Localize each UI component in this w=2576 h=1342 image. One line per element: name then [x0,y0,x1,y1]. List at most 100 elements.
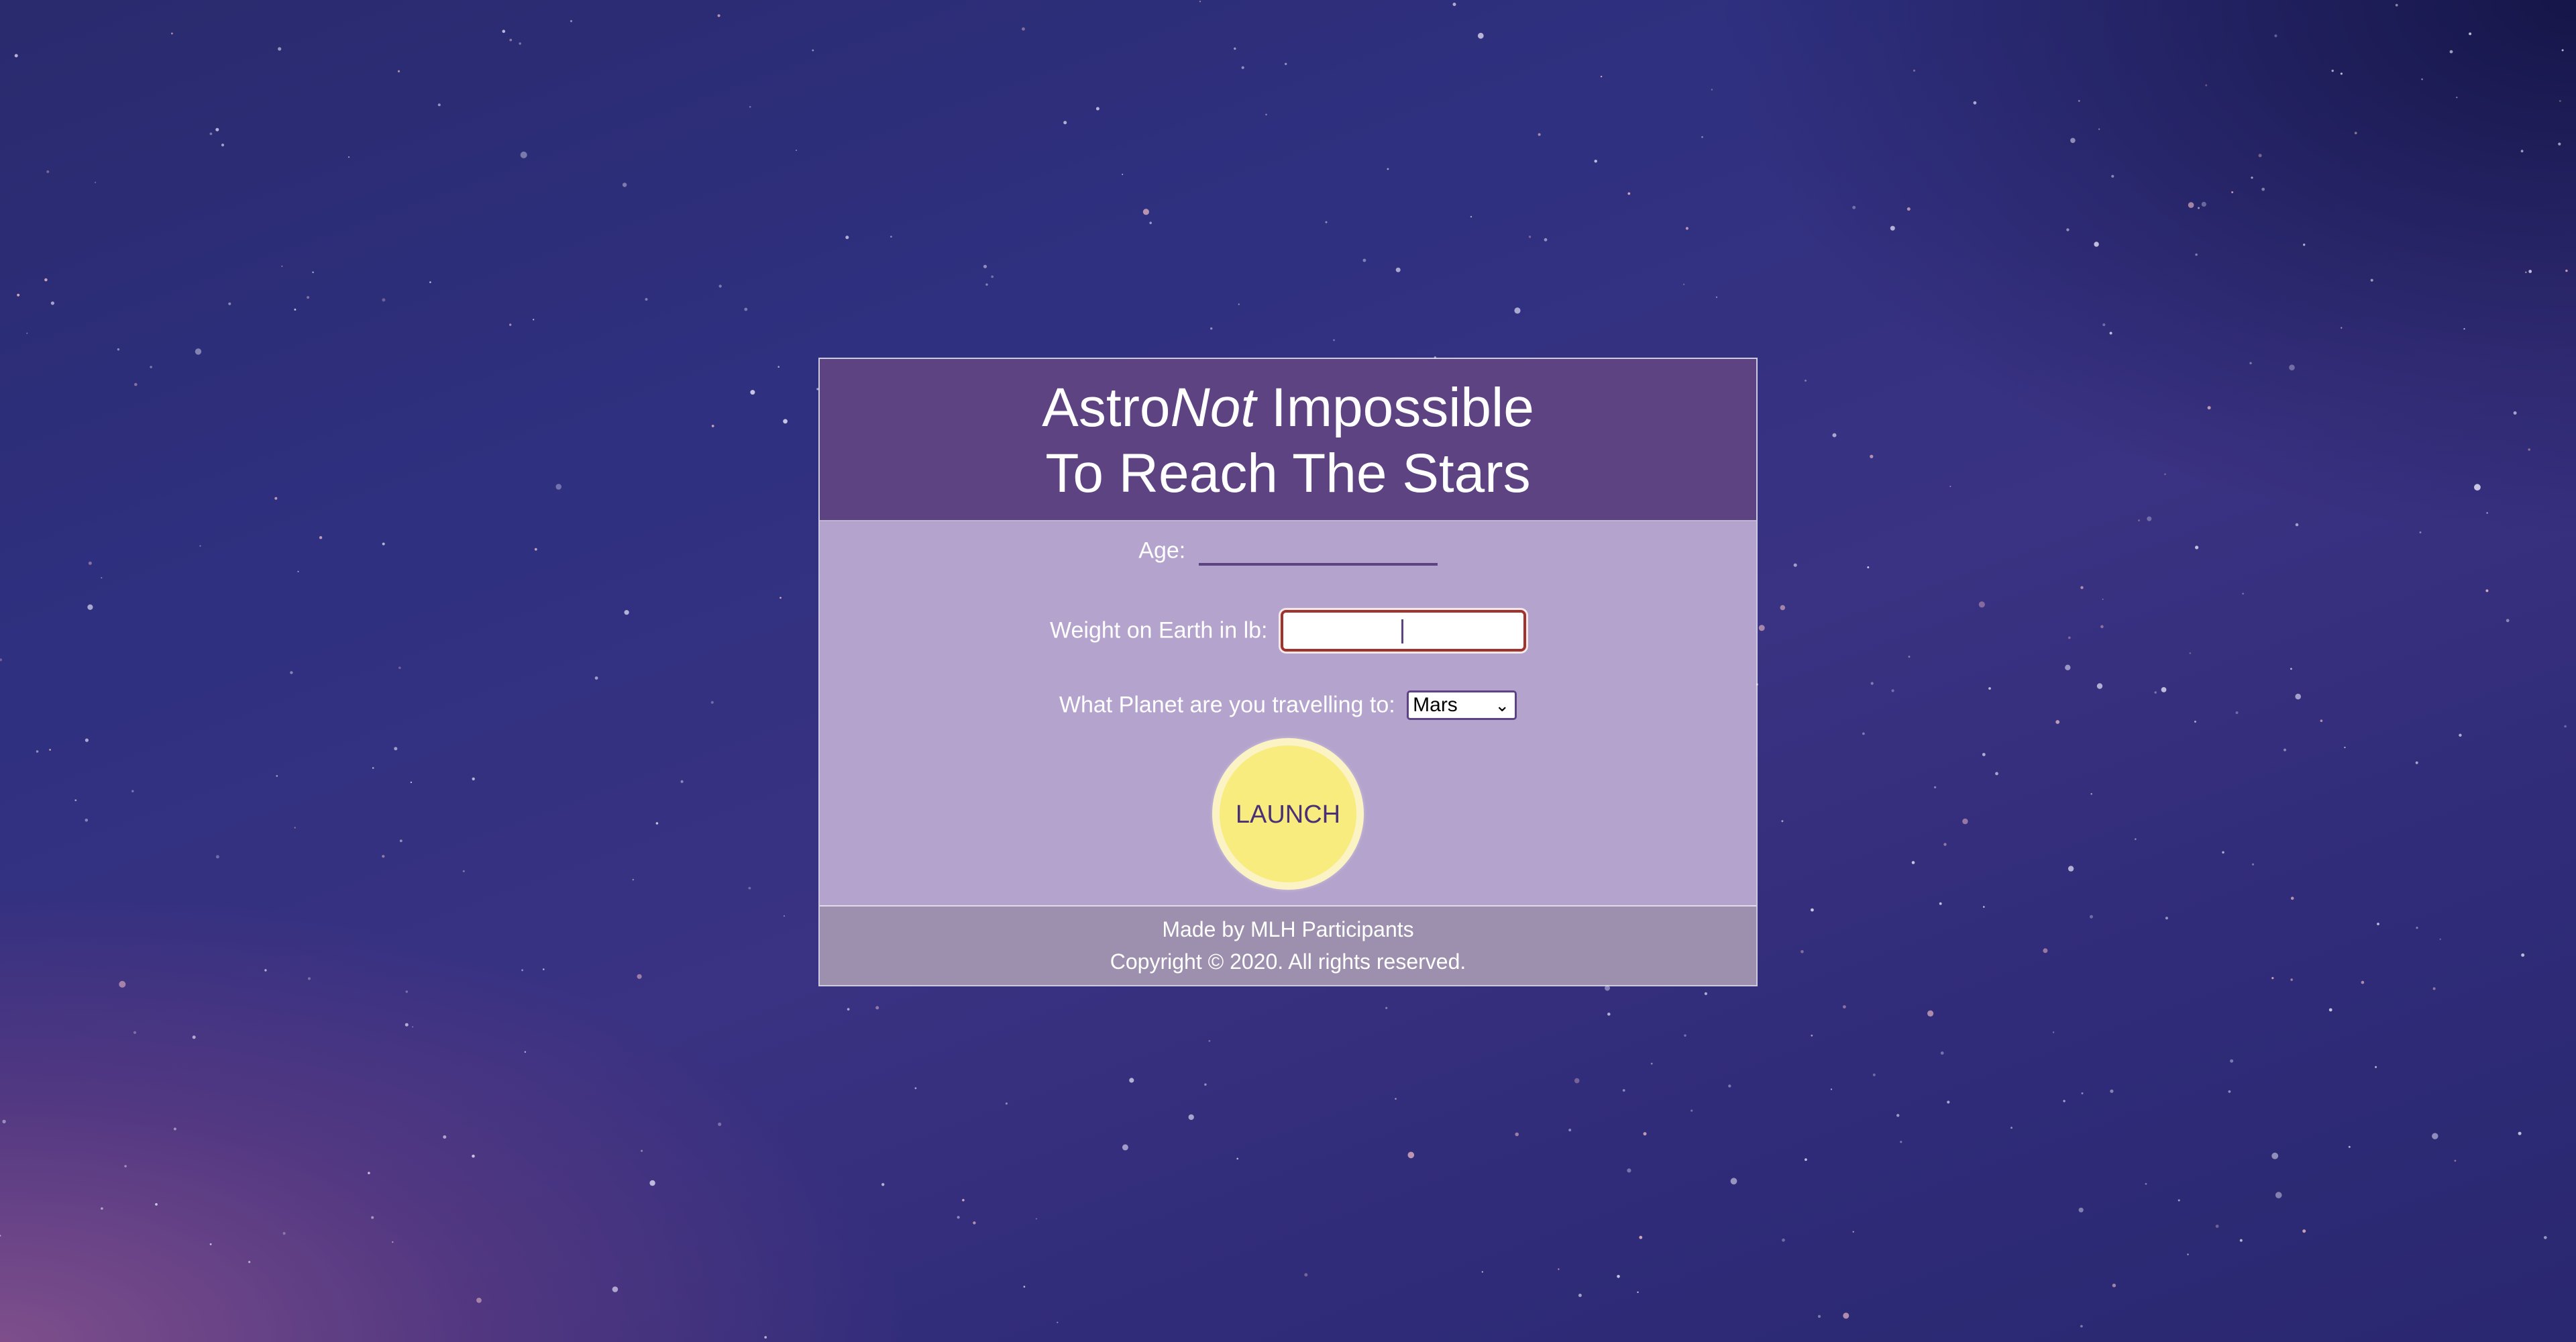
weight-row: Weight on Earth in lb: [820,610,1756,652]
star [2100,625,2104,629]
star [1728,1084,1731,1088]
star [985,283,988,286]
star [1265,113,1267,115]
star [2154,691,2157,694]
star [1544,238,1548,242]
star [1805,379,1807,382]
star [134,382,138,386]
star [1149,221,1152,225]
star [1701,136,1703,138]
star [462,870,465,872]
star [2271,977,2274,980]
star [1627,1168,1631,1173]
star [1538,133,1541,136]
star [2290,978,2293,981]
star [274,497,278,500]
star [1811,908,1814,912]
star [890,236,892,238]
star [150,366,152,368]
star [1943,843,1947,846]
star [1622,1089,1625,1092]
planet-label: What Planet are you travelling to: [1059,692,1395,718]
star [1208,1040,1211,1042]
star [117,348,120,351]
star [2063,1100,2065,1102]
star [624,610,629,615]
star [312,271,314,274]
star [2513,411,2517,415]
star [1793,563,1797,567]
star [2295,693,2301,700]
star [2432,987,2436,990]
page-subtitle: To Reach The Stars [1045,443,1531,504]
star [783,915,786,917]
planet-select[interactable]: Mars ⌄ [1407,690,1517,720]
star [1387,168,1389,170]
star [1801,950,1804,953]
star [215,127,219,132]
star [2068,866,2074,872]
launch-button[interactable]: LAUNCH [1220,745,1356,882]
star [1607,1013,1611,1016]
star [1852,1231,1854,1233]
star [195,348,202,355]
star [2198,207,2200,209]
star [382,855,385,858]
card-footer: Made by MLH Participants Copyright © 202… [820,907,1756,985]
star [555,484,561,490]
star [101,1207,103,1210]
star [2164,473,2166,475]
star [2102,323,2106,327]
star [1947,1100,1950,1104]
star [2521,953,2525,957]
star [637,974,642,979]
star [2080,1325,2083,1328]
star [1005,1102,1008,1105]
star [2558,142,2561,146]
calculator-card: AstroNot Impossible To Reach The Stars A… [818,358,1758,986]
star [1600,75,1603,78]
star [2052,1031,2055,1033]
star [1911,861,1915,864]
star [718,285,722,288]
age-input[interactable] [1198,536,1438,566]
star [1095,107,1099,111]
star [1907,207,1911,211]
star [2194,721,2196,723]
star [1407,1151,1415,1159]
star [2231,191,2234,193]
star [2565,269,2568,272]
star [2474,484,2481,491]
star [2284,748,2286,752]
star [1870,682,1874,685]
star [534,548,537,551]
star [2165,917,2168,920]
star [26,332,28,334]
star [957,1216,960,1219]
weight-label: Weight on Earth in lb: [1050,617,1268,643]
star [2340,72,2343,75]
star [2328,1008,2332,1012]
star [2201,201,2206,207]
star [1830,1088,1833,1090]
star [392,1241,394,1243]
star [476,1298,482,1303]
star [131,790,134,792]
star [2275,1192,2282,1198]
star [2189,652,2191,654]
title-suffix: Impossible [1256,377,1534,438]
star [1982,753,1986,756]
star [2469,32,2472,36]
star [2147,516,2152,521]
star [1362,258,1366,262]
star [2090,793,2092,795]
star [46,170,50,173]
star [2228,1090,2231,1093]
star [780,597,782,599]
weight-input[interactable] [1280,610,1526,652]
star [680,780,684,783]
star [1063,121,1067,125]
star [2110,1089,2114,1093]
star [397,70,400,72]
star [2,1119,6,1124]
